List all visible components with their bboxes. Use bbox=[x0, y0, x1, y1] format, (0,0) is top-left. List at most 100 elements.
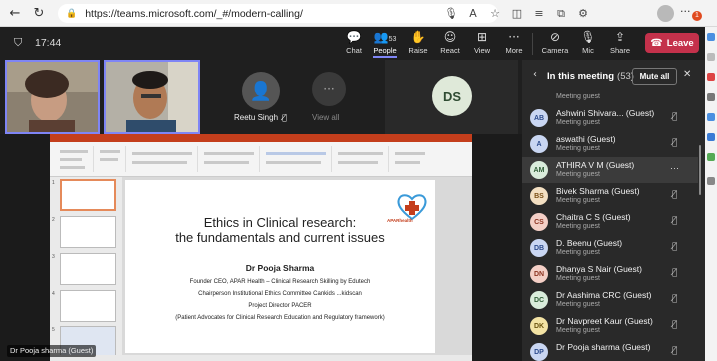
meeting-toolbar: ⛉ 17:44 💬 Chat 👥53 People ✋ Raise ☺ Reac… bbox=[0, 27, 705, 60]
collections-icon[interactable]: ⧉ bbox=[550, 4, 572, 23]
participant-role: Meeting guest bbox=[556, 119, 600, 126]
address-bar[interactable]: 🔒 https://teams.microsoft.com/_#/modern-… bbox=[58, 4, 498, 23]
participant-row[interactable]: DN Dhanya S Nair (Guest) Meeting guest 🎙̸ bbox=[522, 261, 698, 287]
share-button[interactable]: ⇪ Share bbox=[606, 29, 634, 55]
sidebar-games-icon[interactable] bbox=[707, 113, 715, 121]
participant-row[interactable]: BS Bivek Sharma (Guest) Meeting guest 🎙̸ bbox=[522, 183, 698, 209]
mute-all-button[interactable]: Mute all bbox=[632, 68, 677, 85]
more-options-icon[interactable]: ··· bbox=[670, 163, 679, 173]
participant-tile-ds[interactable]: DS bbox=[385, 60, 518, 134]
avatar: CS bbox=[530, 213, 548, 231]
extensions-icon[interactable]: ⚙ bbox=[572, 4, 594, 23]
participant-role: Meeting guest bbox=[556, 327, 600, 334]
close-icon[interactable]: ✕ bbox=[683, 69, 691, 80]
more-button[interactable]: ··· More bbox=[500, 29, 528, 55]
mic-off-icon[interactable]: 🎙̸ bbox=[672, 242, 677, 252]
mic-off-icon[interactable]: 🎙̸ bbox=[672, 216, 677, 226]
mic-off-icon[interactable]: 🎙̸ bbox=[672, 190, 677, 200]
avatar: DC bbox=[530, 291, 548, 309]
mic-off-icon[interactable]: 🎙̸ bbox=[672, 138, 677, 148]
participant-row[interactable]: AM ATHIRA V M (Guest) Meeting guest ··· bbox=[522, 157, 698, 183]
avatar: AM bbox=[530, 161, 548, 179]
participant-row[interactable]: AB Ashwini Shivara... (Guest) Meeting gues… bbox=[522, 105, 698, 131]
profile-avatar[interactable] bbox=[657, 5, 674, 22]
participant-row[interactable]: Aaswathi (Guest) Meeting guest 🎙̸ bbox=[522, 131, 698, 157]
scrollbar[interactable] bbox=[699, 145, 701, 195]
sidebar-tool-icon[interactable] bbox=[707, 53, 715, 61]
mic-off-icon[interactable]: 🎙̸ bbox=[672, 346, 677, 356]
mic-off-icon[interactable]: 🎙̸ bbox=[672, 112, 677, 122]
people-button[interactable]: 👥53 People bbox=[371, 29, 399, 58]
slide-text-line: Project Director PACER bbox=[248, 303, 312, 309]
participant-name: Reetu Singh 🎙̸ bbox=[234, 113, 287, 122]
participant-video-1 bbox=[7, 62, 98, 132]
sidebar-add-icon[interactable] bbox=[707, 177, 715, 185]
participant-row[interactable]: CS Chaitra C S (Guest) Meeting guest 🎙̸ bbox=[522, 209, 698, 235]
sidebar-person-icon[interactable] bbox=[707, 93, 715, 101]
participant-name: Dr Pooja sharma (Guest) bbox=[556, 342, 651, 352]
shield-icon: ⛉ bbox=[14, 36, 23, 49]
participant-row[interactable]: DC Dr Aashima CRC (Guest) Meeting guest 🎙̸ bbox=[522, 287, 698, 313]
chat-button[interactable]: 💬 Chat bbox=[340, 29, 368, 55]
slide-thumbnail[interactable] bbox=[60, 290, 116, 322]
view-all-tile[interactable]: ··· View all bbox=[302, 60, 360, 134]
participant-row[interactable]: DP Dr Pooja sharma (Guest) 🎙̸ bbox=[522, 339, 698, 361]
sidebar-search-icon[interactable] bbox=[707, 33, 715, 41]
leave-button[interactable]: ☎ Leave bbox=[645, 33, 699, 53]
slide-thumbnail[interactable] bbox=[60, 216, 116, 248]
participant-role: Meeting guest bbox=[556, 197, 600, 204]
current-slide: APARhealth Ethics in Clinical research: … bbox=[125, 180, 435, 353]
video-tile-participant-2[interactable] bbox=[104, 60, 200, 134]
browser-menu-icon[interactable]: ··· bbox=[680, 5, 691, 18]
participant-row[interactable]: DK Dr Navpreet Kaur (Guest) Meeting guest 🎙… bbox=[522, 313, 698, 339]
mic-off-icon[interactable]: 🎙̸ bbox=[672, 320, 677, 330]
smiley-icon: ☺ bbox=[443, 30, 457, 44]
participant-name: Bivek Sharma (Guest) bbox=[556, 186, 640, 196]
react-button[interactable]: ☺ React bbox=[436, 29, 464, 55]
raise-hand-button[interactable]: ✋ Raise bbox=[404, 29, 432, 55]
browser-toolbar: ← ↻ 🔒 https://teams.microsoft.com/_#/mod… bbox=[0, 0, 717, 27]
chat-icon: 💬 bbox=[346, 30, 362, 44]
share-icon: ⇪ bbox=[614, 30, 626, 44]
sidebar-shopping-icon[interactable] bbox=[707, 73, 715, 81]
avatar: DK bbox=[530, 317, 548, 335]
powerpoint-window: 1 2 3 4 5 APARhealth Ethics in Clinical … bbox=[50, 134, 472, 361]
list-item[interactable]: Meeting guest bbox=[522, 93, 705, 105]
mic-off-icon[interactable]: 🎙̸ bbox=[672, 268, 677, 278]
camera-button[interactable]: ⊘ Camera bbox=[541, 29, 569, 55]
slide-presenter-name: Dr Pooja Sharma bbox=[245, 263, 315, 273]
mic-off-icon[interactable]: 🎙̸ bbox=[672, 294, 677, 304]
more-icon: ··· bbox=[508, 30, 520, 44]
chevron-left-icon[interactable]: ‹ bbox=[533, 69, 537, 80]
microphone-permission-icon[interactable]: 🎙 bbox=[440, 4, 462, 23]
favorites-icon[interactable]: ≡ bbox=[528, 4, 550, 23]
camera-off-icon: ⊘ bbox=[549, 30, 561, 44]
back-arrow-icon[interactable]: ← bbox=[6, 4, 24, 22]
slide-thumbnail[interactable] bbox=[60, 253, 116, 285]
participant-role: Meeting guest bbox=[556, 301, 600, 308]
read-aloud-icon[interactable]: A bbox=[462, 4, 484, 23]
split-screen-icon[interactable]: ◫ bbox=[506, 4, 528, 23]
video-tile-participant-1[interactable] bbox=[5, 60, 100, 134]
favorite-star-icon[interactable]: ☆ bbox=[484, 4, 506, 23]
participant-role: Meeting guest bbox=[556, 171, 600, 178]
participant-row[interactable]: DB D. Beenu (Guest) Meeting guest 🎙̸ bbox=[522, 235, 698, 261]
slide-thumbnail[interactable] bbox=[60, 179, 116, 211]
presenter-name-label: Dr Pooja sharma (Guest) bbox=[7, 345, 97, 357]
ppt-title-bar bbox=[50, 134, 472, 142]
refresh-icon[interactable]: ↻ bbox=[30, 4, 48, 22]
sidebar-drop-icon[interactable] bbox=[707, 153, 715, 161]
screen: ← ↻ 🔒 https://teams.microsoft.com/_#/mod… bbox=[0, 0, 717, 361]
participant-tile-reetu[interactable]: 👤 Reetu Singh 🎙̸ bbox=[204, 60, 302, 134]
slide-text-line: Chairperson Institutional Ethics Committ… bbox=[198, 291, 362, 297]
mic-button[interactable]: 🎙 Mic bbox=[574, 29, 602, 55]
sidebar-outlook-icon[interactable] bbox=[707, 133, 715, 141]
shared-screen[interactable]: 1 2 3 4 5 APARhealth Ethics in Clinical … bbox=[0, 134, 522, 361]
avatar: BS bbox=[530, 187, 548, 205]
ppt-status-bar bbox=[50, 355, 472, 361]
participant-role: Meeting guest bbox=[556, 249, 600, 256]
view-button[interactable]: ⊞ View bbox=[468, 29, 496, 55]
ppt-ribbon bbox=[50, 142, 472, 177]
meeting-timer: 17:44 bbox=[35, 37, 62, 49]
grid-view-icon: ⊞ bbox=[476, 30, 488, 44]
